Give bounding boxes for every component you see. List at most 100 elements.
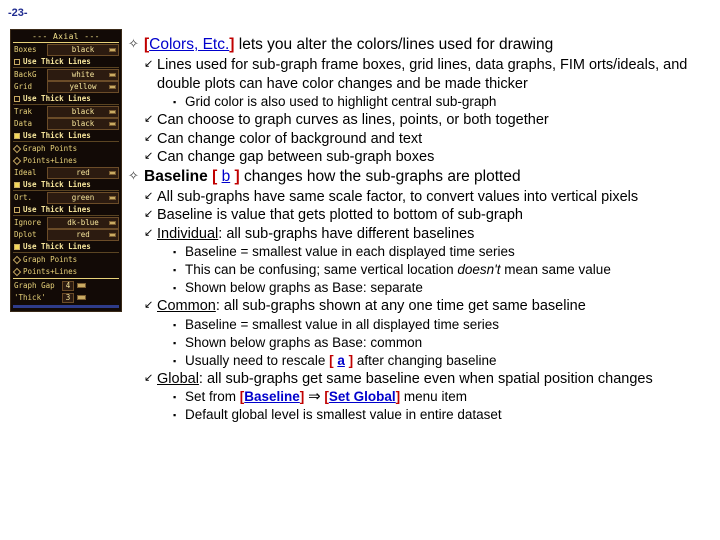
panel-option-row[interactable]: Trak black xyxy=(13,105,119,118)
panel-option-menu[interactable]: black xyxy=(47,43,119,56)
chevron-down-icon xyxy=(109,109,116,114)
diamond-radio-icon[interactable] xyxy=(12,255,22,264)
diamond-radio-icon[interactable] xyxy=(12,156,22,165)
panel-checkbox-label: Use Thick Lines xyxy=(23,131,91,140)
stepper-arrow-icon[interactable] xyxy=(77,283,86,288)
sub-sub-bullet-confusing-text: This can be confusing; same vertical loc… xyxy=(185,261,718,279)
panel-spinner-row[interactable]: 'Thick' 3 xyxy=(13,292,119,303)
panel-option-row[interactable]: Data black xyxy=(13,117,119,130)
link-colors-etc[interactable]: Colors, Etc. xyxy=(149,36,229,53)
panel-option-menu[interactable]: yellow xyxy=(47,80,119,93)
panel-checkbox-row[interactable]: Use Thick Lines xyxy=(13,204,119,216)
panel-radio-row[interactable]: Points+Lines xyxy=(12,266,119,277)
page-number: -23- xyxy=(8,7,28,19)
panel-option-menu[interactable]: green xyxy=(47,191,119,204)
axial-colors-panel[interactable]: --- Axial --- Boxes black Use Thick Lines B… xyxy=(10,29,122,312)
panel-option-menu[interactable]: black xyxy=(47,105,119,118)
panel-bottom-bar xyxy=(13,305,119,308)
diamond-radio-icon[interactable] xyxy=(12,267,22,276)
panel-option-menu[interactable]: red xyxy=(47,228,119,241)
panel-option-value: green xyxy=(71,193,95,202)
panel-radio-row[interactable]: Points+Lines xyxy=(12,155,119,166)
square-bullet-icon: ▪ xyxy=(173,392,177,402)
panel-option-label: Data xyxy=(14,119,33,128)
panel-checkbox-row[interactable]: Use Thick Lines xyxy=(13,241,119,253)
checkbox-icon[interactable] xyxy=(14,58,20,65)
panel-checkbox-label: Use Thick Lines xyxy=(23,205,91,214)
term-individual: Individual xyxy=(157,225,219,242)
sub-bullet-common-text: Common: all sub-graphs shown at any one … xyxy=(157,297,718,316)
stepper-arrow-icon[interactable] xyxy=(77,295,86,300)
panel-checkbox-label: Use Thick Lines xyxy=(23,57,91,66)
sub-sub-bullet-individual-smallest-text: Baseline = smallest value in each displa… xyxy=(185,244,515,259)
panel-option-menu[interactable]: red xyxy=(47,166,119,179)
sub-bullet-baseline-value: ↙ Baseline is value that gets plotted to… xyxy=(144,206,718,225)
sub-sub-bullet-base-common-text: Shown below graphs as Base: common xyxy=(185,334,423,350)
arrow-bullet-icon: ↙ xyxy=(144,113,154,125)
arrow-bullet-icon: ↙ xyxy=(144,299,154,311)
checkbox-icon[interactable] xyxy=(14,243,20,250)
sub-bullet-lines-used-text: Lines used for sub-graph frame boxes, gr… xyxy=(157,57,688,92)
square-bullet-icon: ▪ xyxy=(173,97,177,107)
panel-checkbox-row[interactable]: Use Thick Lines xyxy=(13,130,119,142)
panel-option-value: black xyxy=(71,107,95,116)
panel-option-label: Grid xyxy=(14,82,33,91)
sub-bullet-individual: ↙ Individual: all sub-graphs have differ… xyxy=(144,225,718,244)
panel-option-row[interactable]: Dplot red xyxy=(13,228,119,241)
arrow-bullet-icon: ↙ xyxy=(144,371,154,384)
rescale-pre: Usually need to rescale xyxy=(185,352,330,368)
menu-item-baseline[interactable]: Baseline xyxy=(244,389,300,404)
sub-sub-bullet-rescale: ▪ Usually need to rescale [ a ] after ch… xyxy=(173,352,718,370)
bullet-baseline-rest: changes how the sub-graphs are plotted xyxy=(239,167,521,185)
sub-bullet-change-gap-text: Can change gap between sub-graph boxes xyxy=(157,149,435,165)
sub-bullet-change-gap: ↙ Can change gap between sub-graph boxes xyxy=(144,148,718,167)
term-common: Common xyxy=(157,298,216,314)
panel-radio-row[interactable]: Graph Points xyxy=(12,143,119,154)
sub-sub-bullet-grid-color: ▪ Grid color is also used to highlight c… xyxy=(173,93,718,111)
arrow-bullet-icon: ↙ xyxy=(144,58,154,70)
panel-spinner-row[interactable]: Graph Gap 4 xyxy=(13,280,119,291)
panel-option-row[interactable]: Ignore dk-blue xyxy=(13,216,119,229)
square-bullet-icon: ▪ xyxy=(173,319,177,330)
checkbox-icon[interactable] xyxy=(14,206,20,213)
checkbox-icon[interactable] xyxy=(14,95,20,102)
chevron-down-icon xyxy=(109,84,116,89)
link-rescale-key[interactable]: a xyxy=(337,353,345,368)
checkbox-icon[interactable] xyxy=(14,132,20,139)
arrow-bullet-icon: ↙ xyxy=(144,208,154,220)
panel-option-value: white xyxy=(71,70,95,79)
bullet-colors-etc-text: [Colors, Etc.] lets you alter the colors… xyxy=(144,35,718,55)
panel-checkbox-row[interactable]: Use Thick Lines xyxy=(13,93,119,105)
panel-checkbox-label: Use Thick Lines xyxy=(23,94,91,103)
panel-option-row[interactable]: Boxes black xyxy=(13,43,119,56)
double-arrow-icon: ⇒ xyxy=(308,388,321,405)
sub-sub-bullet-default-global: ▪ Default global level is smallest value… xyxy=(173,406,718,424)
panel-option-menu[interactable]: black xyxy=(47,117,119,130)
diamond-bullet-icon: ✧ xyxy=(128,167,139,183)
chevron-down-icon xyxy=(109,121,116,126)
panel-radio-row[interactable]: Graph Points xyxy=(12,254,119,265)
sub-sub-bullet-confusing: ▪ This can be confusing; same vertical l… xyxy=(173,261,718,279)
panel-checkbox-row[interactable]: Use Thick Lines xyxy=(13,56,119,68)
square-bullet-icon: ▪ xyxy=(173,265,177,275)
panel-checkbox-label: Use Thick Lines xyxy=(23,180,91,189)
sub-sub-bullet-rescale-text: Usually need to rescale [ a ] after chan… xyxy=(185,352,718,370)
checkbox-icon[interactable] xyxy=(14,181,20,188)
panel-spinner-value[interactable]: 3 xyxy=(62,292,74,303)
panel-option-row[interactable]: Ideal red xyxy=(13,166,119,179)
panel-option-label: Ort. xyxy=(14,193,33,202)
link-baseline-key[interactable]: b xyxy=(222,168,231,185)
panel-checkbox-row[interactable]: Use Thick Lines xyxy=(13,179,119,191)
bracket-close: ] xyxy=(299,389,305,404)
panel-option-menu[interactable]: dk-blue xyxy=(47,216,119,229)
panel-option-row[interactable]: Grid yellow xyxy=(13,80,119,93)
panel-option-row[interactable]: BackG white xyxy=(13,68,119,81)
sub-sub-bullet-common-smallest-text: Baseline = smallest value in all display… xyxy=(185,316,500,332)
panel-option-menu[interactable]: white xyxy=(47,68,119,81)
bracket-open: [ xyxy=(329,352,334,368)
panel-option-row[interactable]: Ort. green xyxy=(13,191,119,204)
sub-bullet-scale-factor: ↙ All sub-graphs have same scale factor,… xyxy=(144,188,718,207)
panel-spinner-value[interactable]: 4 xyxy=(62,280,74,291)
menu-item-set-global[interactable]: Set Global xyxy=(329,389,396,404)
diamond-radio-icon[interactable] xyxy=(12,144,22,153)
